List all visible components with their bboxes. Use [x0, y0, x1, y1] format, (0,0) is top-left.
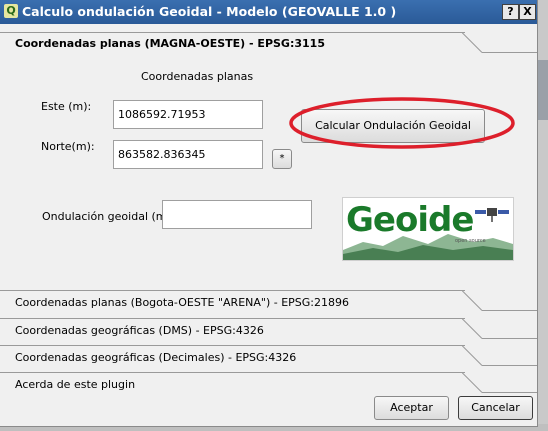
section-divider — [0, 290, 465, 291]
star-button[interactable]: * — [272, 149, 292, 169]
help-button[interactable]: ? — [502, 4, 519, 20]
ondulacion-label: Ondulación geoidal (m): — [42, 210, 175, 223]
section-divider — [0, 372, 465, 373]
section-tab-edge — [462, 318, 537, 339]
logo-subtext: open source — [455, 238, 486, 244]
norte-input[interactable]: 863582.836345 — [113, 140, 263, 169]
section-tab-edge — [462, 290, 537, 311]
este-label: Este (m): — [41, 100, 92, 113]
satellite-icon — [475, 208, 509, 222]
section-dms-header[interactable]: Coordenadas geográficas (DMS) - EPSG:432… — [15, 324, 264, 337]
section-bogota-oeste-header[interactable]: Coordenadas planas (Bogota-OESTE "ARENA"… — [15, 296, 349, 309]
close-button[interactable]: X — [519, 4, 536, 20]
section-divider — [0, 318, 465, 319]
section-acerca-header[interactable]: Acerda de este plugin — [15, 378, 135, 391]
section-magna-oeste-header[interactable]: Coordenadas planas (MAGNA-OESTE) - EPSG:… — [15, 37, 325, 50]
norte-label: Norte(m): — [41, 140, 95, 153]
section-divider — [0, 345, 465, 346]
accept-button[interactable]: Aceptar — [374, 396, 449, 420]
window-title: Calculo ondulación Geoidal - Modelo (GEO… — [22, 4, 397, 19]
section-decimales-header[interactable]: Coordenadas geográficas (Decimales) - EP… — [15, 351, 296, 364]
section-tab-edge — [462, 32, 537, 53]
calcular-ondulacion-button[interactable]: Calcular Ondulación Geoidal — [301, 109, 485, 143]
geoide-logo: Geoide open source — [342, 197, 514, 261]
dialog-window: Q Calculo ondulación Geoidal - Modelo (G… — [0, 0, 538, 427]
este-input[interactable]: 1086592.71953 — [113, 100, 263, 129]
title-bar[interactable]: Q Calculo ondulación Geoidal - Modelo (G… — [0, 0, 537, 24]
section-divider — [0, 32, 465, 33]
background-window-strip — [537, 60, 548, 120]
logo-text: Geoide — [346, 200, 474, 240]
cancel-button[interactable]: Cancelar — [458, 396, 533, 420]
qgis-icon: Q — [4, 4, 18, 18]
section-tab-edge — [462, 345, 537, 366]
ondulacion-input[interactable] — [162, 200, 312, 229]
planas-subtitle: Coordenadas planas — [141, 70, 254, 83]
section-tab-edge — [462, 372, 537, 393]
